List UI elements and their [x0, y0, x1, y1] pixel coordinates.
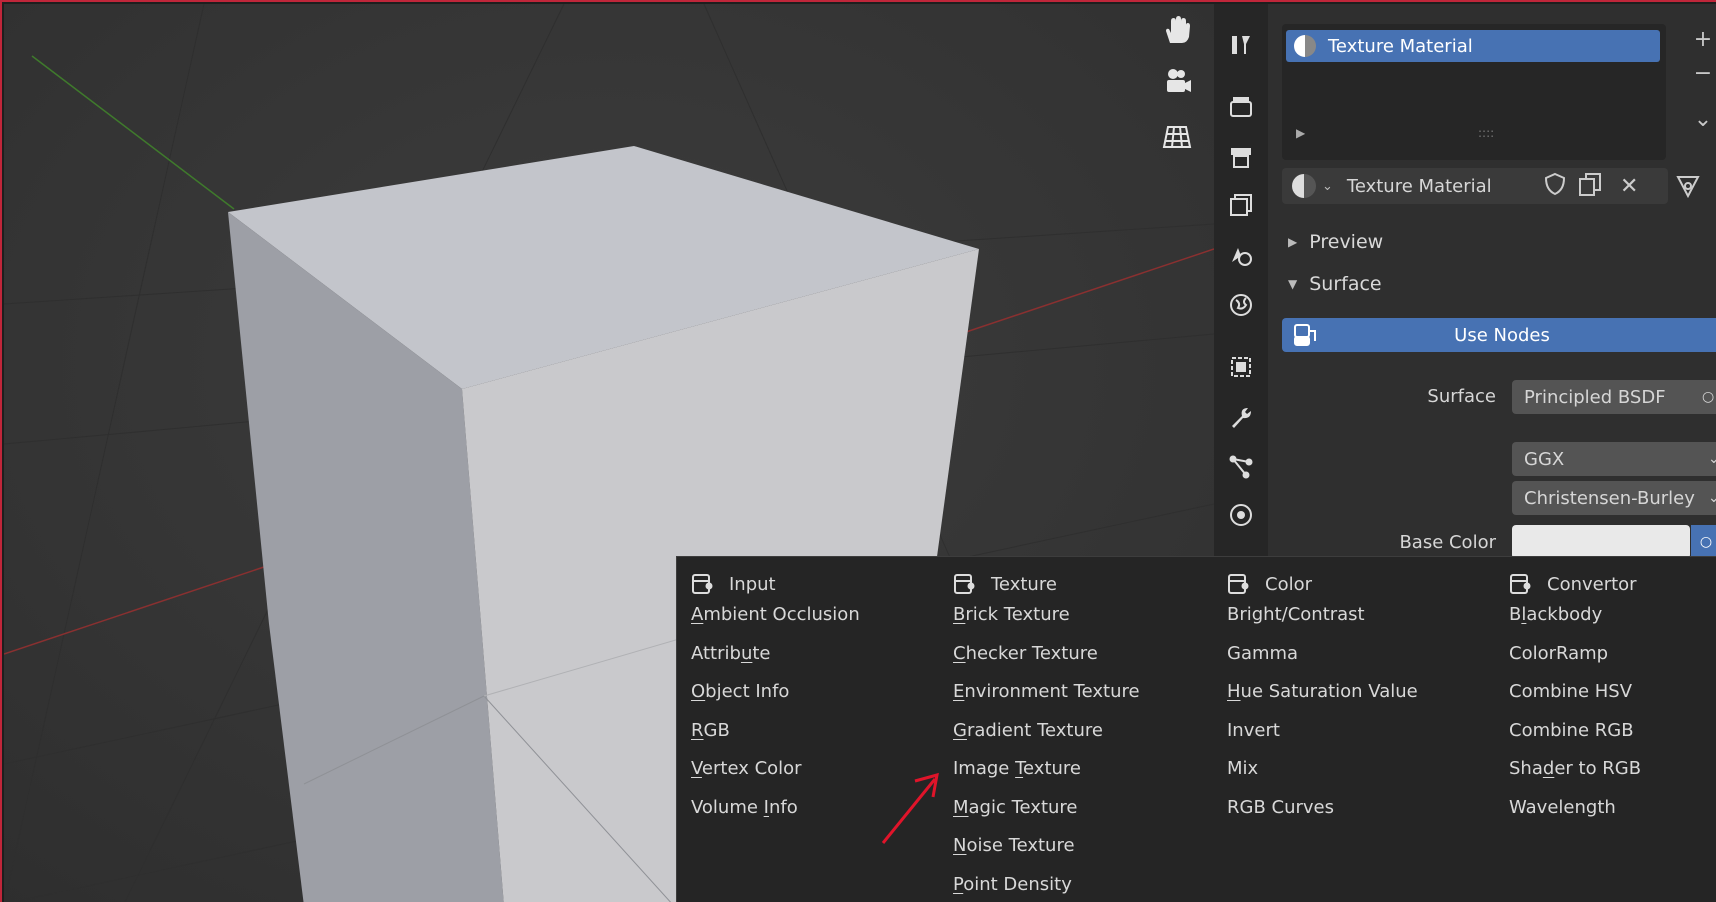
- physics-icon[interactable]: [1224, 498, 1258, 532]
- material-browse-icon[interactable]: [1292, 174, 1316, 198]
- add-slot-icon[interactable]: +: [1688, 24, 1716, 54]
- base-color-label: Base Color: [1399, 532, 1496, 553]
- subsurface-method-dropdown[interactable]: Christensen-Burley ⌄: [1512, 481, 1716, 515]
- world-icon[interactable]: [1224, 288, 1258, 322]
- surface-shader-value: Principled BSDF: [1524, 386, 1666, 408]
- menu-item[interactable]: Wavelength: [1509, 793, 1616, 823]
- surface-label: Surface: [1427, 386, 1496, 407]
- material-name-field[interactable]: Texture Material: [1347, 176, 1492, 197]
- menu-item[interactable]: Ambient Occlusion: [691, 600, 860, 630]
- material-slot-list[interactable]: Texture Material ▶ ::::: [1282, 24, 1666, 160]
- menu-item[interactable]: Noise Texture: [953, 831, 1075, 861]
- object-icon[interactable]: [1224, 350, 1258, 384]
- surface-panel-title: Surface: [1309, 273, 1382, 295]
- menu-item[interactable]: Mix: [1227, 754, 1258, 784]
- output-icon[interactable]: [1224, 140, 1258, 174]
- red-arrow-annotation: [881, 772, 939, 844]
- menu-item[interactable]: Checker Texture: [953, 639, 1098, 669]
- node-tree-icon[interactable]: [1676, 174, 1706, 203]
- menu-item[interactable]: Bright/Contrast: [1227, 600, 1365, 630]
- menu-item[interactable]: Hue Saturation Value: [1227, 677, 1418, 707]
- menu-item[interactable]: ColorRamp: [1509, 639, 1608, 669]
- hand-pan-icon[interactable]: [1157, 10, 1197, 50]
- chevron-down-icon[interactable]: ⌄: [1688, 104, 1716, 134]
- menu-item[interactable]: Volume Info: [691, 793, 798, 823]
- panel-collapsed-icon: ▶: [1288, 235, 1298, 249]
- menu-column-header: Color: [1227, 569, 1312, 599]
- preview-panel-title: Preview: [1309, 231, 1384, 253]
- menu-item[interactable]: Point Density: [953, 870, 1072, 900]
- menu-item[interactable]: Invert: [1227, 716, 1280, 746]
- menu-column-header: Convertor: [1509, 569, 1637, 599]
- node-icon: [1292, 322, 1318, 353]
- menu-item[interactable]: Shader to RGB: [1509, 754, 1641, 784]
- surface-shader-field[interactable]: Principled BSDF ○: [1512, 380, 1716, 414]
- menu-column-header: Texture: [953, 569, 1057, 599]
- material-slot-item[interactable]: Texture Material: [1286, 30, 1660, 62]
- distribution-value: GGX: [1524, 448, 1565, 470]
- remove-slot-icon[interactable]: −: [1688, 58, 1716, 88]
- node-icon: [691, 573, 713, 595]
- tool-icon[interactable]: [1224, 28, 1258, 62]
- menu-item[interactable]: Vertex Color: [691, 754, 802, 784]
- menu-column-title: Input: [729, 573, 776, 595]
- base-color-socket-button[interactable]: ○: [1691, 525, 1716, 559]
- modifier-icon[interactable]: [1224, 400, 1258, 434]
- fake-user-shield-icon[interactable]: [1544, 172, 1566, 201]
- menu-item[interactable]: Combine HSV: [1509, 677, 1632, 707]
- surface-panel-header[interactable]: ▼ Surface: [1282, 266, 1702, 302]
- menu-item[interactable]: Attribute: [691, 639, 771, 669]
- menu-item[interactable]: Gradient Texture: [953, 716, 1103, 746]
- blender-window: Texture Material ▶ :::: + − ⌄ ⌄ Texture …: [0, 0, 1716, 902]
- particles-icon[interactable]: [1224, 450, 1258, 484]
- scene-icon[interactable]: [1224, 238, 1258, 272]
- base-color-swatch[interactable]: [1512, 525, 1690, 559]
- unlink-close-icon[interactable]: ✕: [1620, 174, 1638, 199]
- use-nodes-button[interactable]: Use Nodes: [1282, 318, 1716, 352]
- camera-icon[interactable]: [1157, 62, 1197, 102]
- chevron-down-icon: ⌄: [1708, 490, 1716, 506]
- material-slot-label: Texture Material: [1328, 35, 1473, 57]
- subsurface-method-value: Christensen-Burley: [1524, 487, 1695, 509]
- socket-dot-icon: ○: [1702, 389, 1715, 405]
- distribution-dropdown[interactable]: GGX ⌄: [1512, 442, 1716, 476]
- chevron-down-icon: ⌄: [1708, 451, 1716, 467]
- panel-expanded-icon: ▼: [1288, 277, 1298, 291]
- list-expand-icon[interactable]: ▶: [1296, 126, 1305, 140]
- menu-item[interactable]: Magic Texture: [953, 793, 1078, 823]
- menu-column-header: Input: [691, 569, 776, 599]
- menu-column-title: Texture: [991, 573, 1057, 595]
- menu-item[interactable]: Object Info: [691, 677, 789, 707]
- use-nodes-label: Use Nodes: [1454, 324, 1550, 346]
- menu-item[interactable]: Gamma: [1227, 639, 1298, 669]
- node-icon: [1227, 573, 1249, 595]
- material-datablock[interactable]: ⌄ Texture Material ✕: [1282, 168, 1668, 204]
- menu-item[interactable]: Combine RGB: [1509, 716, 1634, 746]
- grid-icon[interactable]: [1157, 116, 1197, 156]
- menu-item[interactable]: Blackbody: [1509, 600, 1602, 630]
- menu-column-title: Color: [1265, 573, 1312, 595]
- render-icon[interactable]: [1224, 90, 1258, 124]
- preview-panel-header[interactable]: ▶ Preview: [1282, 224, 1702, 260]
- menu-column-title: Convertor: [1547, 573, 1637, 595]
- node-icon: [953, 573, 975, 595]
- view-layer-icon[interactable]: [1224, 188, 1258, 222]
- duplicate-icon[interactable]: [1578, 172, 1602, 201]
- menu-item[interactable]: Environment Texture: [953, 677, 1140, 707]
- menu-item[interactable]: RGB Curves: [1227, 793, 1334, 823]
- menu-item[interactable]: Image Texture: [953, 754, 1081, 784]
- add-node-menu: Input Ambient Occlusion Attribute Object I…: [676, 556, 1716, 902]
- menu-item[interactable]: Brick Texture: [953, 600, 1070, 630]
- menu-item[interactable]: RGB: [691, 716, 730, 746]
- material-sphere-icon: [1294, 35, 1316, 57]
- list-resize-handle[interactable]: ::::: [1478, 126, 1494, 140]
- node-icon: [1509, 573, 1531, 595]
